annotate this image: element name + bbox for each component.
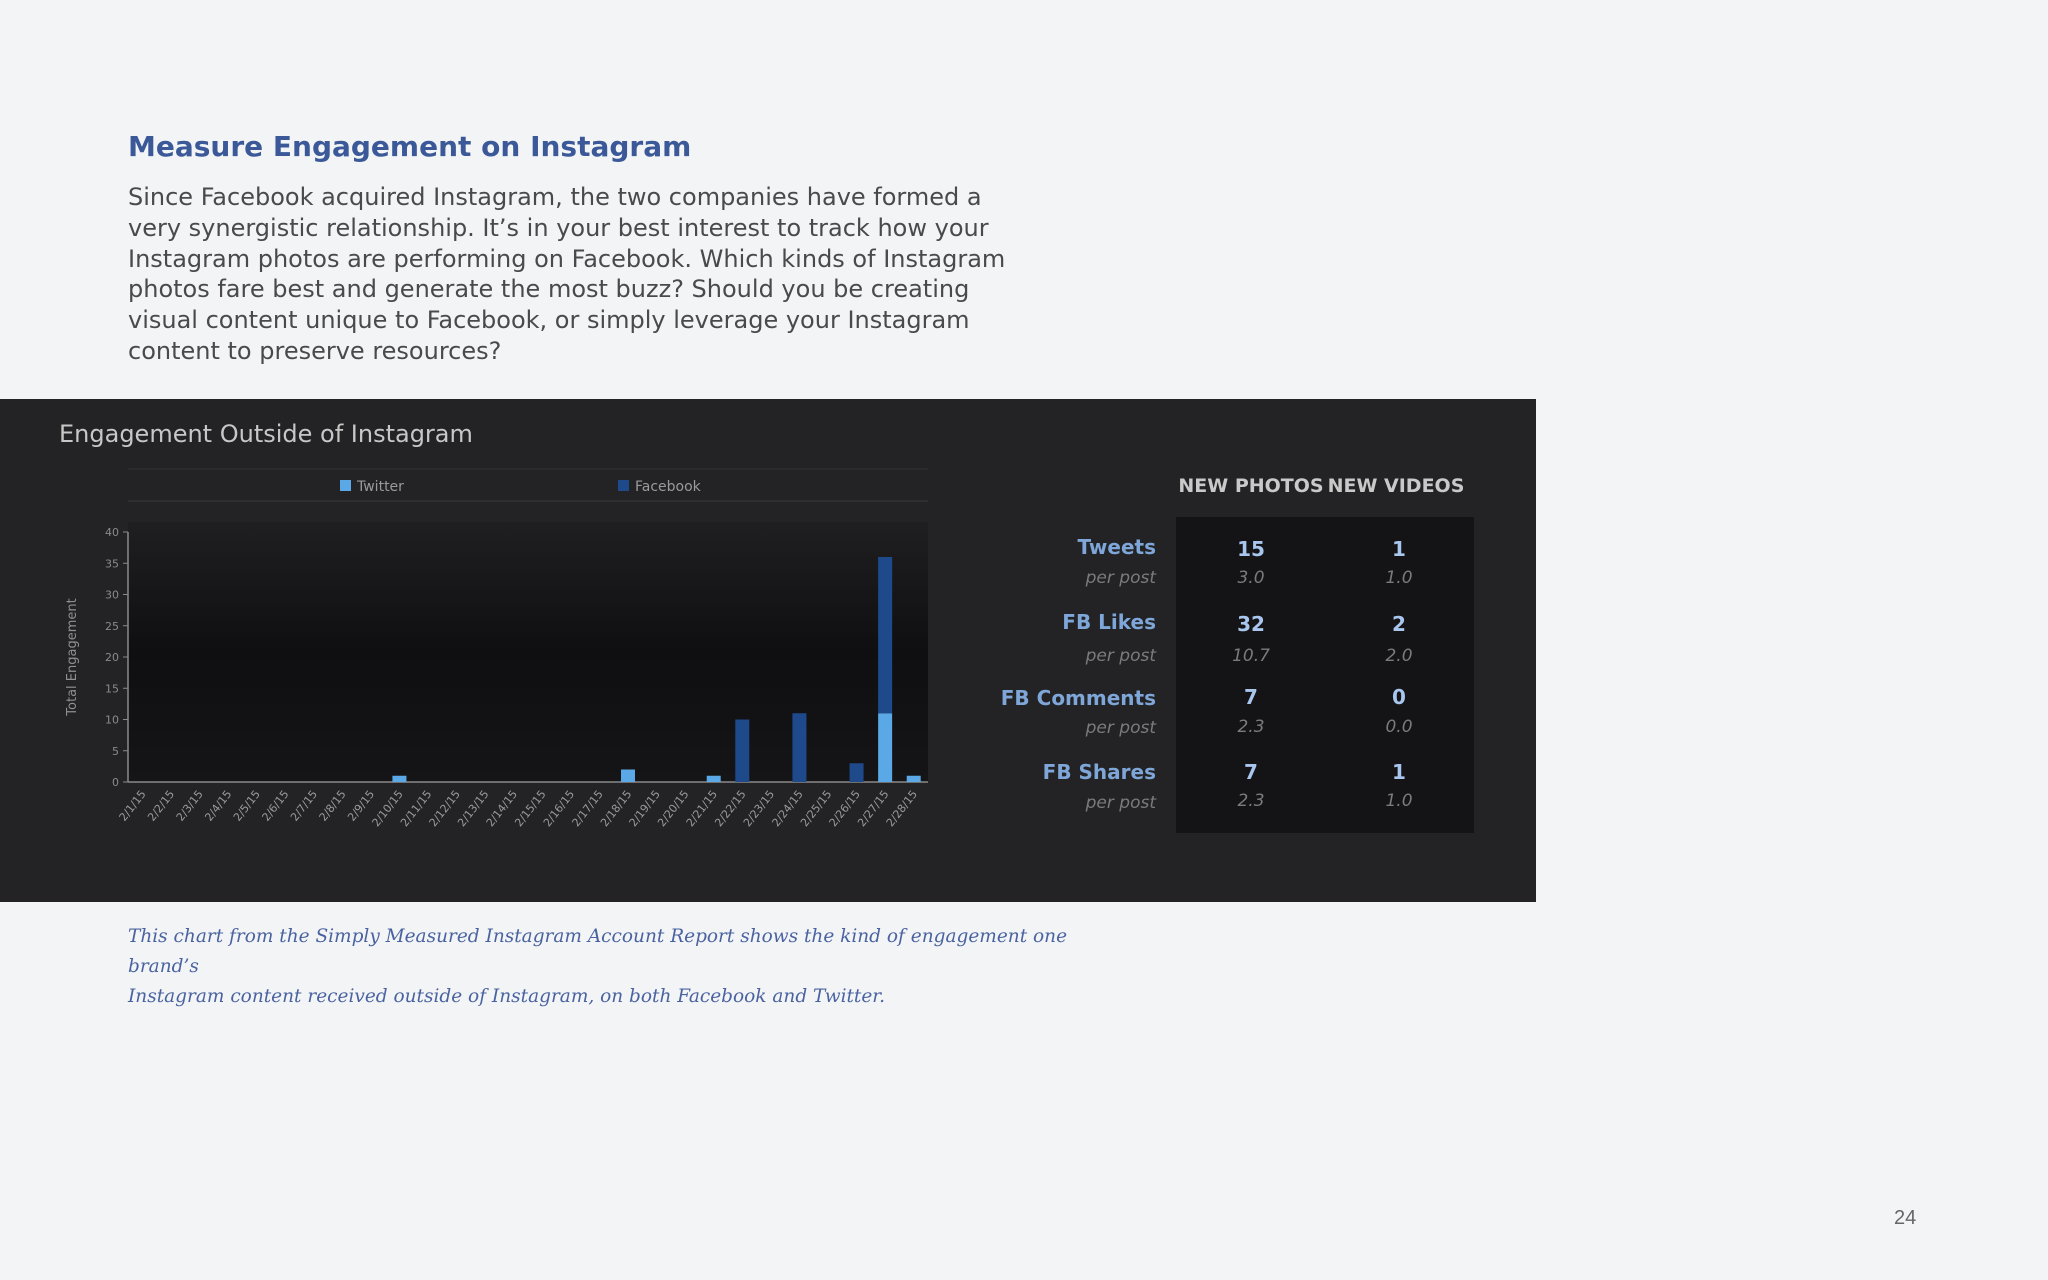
shares-videos-per: 1.0 <box>1385 791 1413 811</box>
row-label-fb-comments: FB Comments <box>1000 686 1156 710</box>
tweets-videos-per: 1.0 <box>1385 568 1413 588</box>
x-tick-label: 2/2/15 <box>145 788 177 824</box>
comments-photos: 7 <box>1244 685 1258 709</box>
x-tick-label: 2/6/15 <box>259 788 291 824</box>
row-sub-fb-comments: per post <box>1085 718 1156 738</box>
comments-videos: 0 <box>1392 685 1406 709</box>
bar-facebook-27 <box>878 557 893 714</box>
bar-facebook-26 <box>849 763 864 782</box>
bar-twitter-27 <box>878 713 893 782</box>
bar-twitter-18 <box>621 769 635 782</box>
y-tick-label: 30 <box>105 589 119 602</box>
likes-photos: 32 <box>1237 612 1265 636</box>
caption-line-1: This chart from the Simply Measured Inst… <box>128 926 1068 977</box>
bar-facebook-24 <box>792 713 807 782</box>
tweets-photos: 15 <box>1237 537 1265 561</box>
tweets-videos: 1 <box>1392 537 1406 561</box>
stats-box <box>1176 517 1474 833</box>
shares-photos: 7 <box>1244 760 1258 784</box>
intro-paragraph: Since Facebook acquired Instagram, the t… <box>128 183 1006 365</box>
y-tick-label: 15 <box>105 682 119 695</box>
legend-label-facebook: Facebook <box>635 479 702 495</box>
bar-facebook-22 <box>735 719 750 782</box>
chart-caption: This chart from the Simply Measured Inst… <box>128 922 1128 1012</box>
plot-area <box>128 522 928 782</box>
tweets-photos-per: 3.0 <box>1237 568 1265 588</box>
col-head-new-videos: NEW VIDEOS <box>1327 475 1465 497</box>
col-head-new-photos: NEW PHOTOS <box>1178 475 1324 497</box>
likes-photos-per: 10.7 <box>1232 646 1270 666</box>
page-heading: Measure Engagement on Instagram <box>128 130 692 163</box>
y-tick-label: 0 <box>112 776 119 789</box>
legend-swatch-twitter <box>340 480 351 491</box>
y-tick-label: 20 <box>105 651 119 664</box>
x-tick-label: 2/1/15 <box>117 788 149 824</box>
comments-videos-per: 0.0 <box>1385 717 1413 737</box>
comments-photos-per: 2.3 <box>1237 717 1265 737</box>
row-sub-fb-likes: per post <box>1085 646 1156 666</box>
bar-twitter-28 <box>906 775 921 782</box>
legend-label-twitter: Twitter <box>356 479 404 495</box>
y-axis-label: Total Engagement <box>65 598 80 716</box>
row-label-tweets: Tweets <box>1077 535 1156 559</box>
x-tick-label: 2/7/15 <box>288 788 320 824</box>
bar-twitter-10 <box>392 775 407 782</box>
row-sub-tweets: per post <box>1085 568 1156 588</box>
y-tick-label: 35 <box>105 557 119 570</box>
page-number: 24 <box>1894 1207 1917 1229</box>
y-tick-label: 10 <box>105 714 119 727</box>
likes-videos: 2 <box>1392 612 1406 636</box>
x-tick-label: 2/5/15 <box>231 788 263 824</box>
row-sub-fb-shares: per post <box>1085 793 1156 813</box>
likes-videos-per: 2.0 <box>1385 646 1413 666</box>
row-label-fb-likes: FB Likes <box>1062 610 1156 634</box>
y-tick-label: 5 <box>112 745 119 758</box>
x-tick-label: 2/3/15 <box>174 788 206 824</box>
x-tick-label: 2/4/15 <box>202 788 234 824</box>
y-tick-label: 40 <box>105 526 119 539</box>
legend-swatch-facebook <box>618 480 629 491</box>
bar-twitter-21 <box>706 775 721 782</box>
y-tick-label: 25 <box>105 620 119 633</box>
x-tick-label: 2/8/15 <box>317 788 349 824</box>
row-label-fb-shares: FB Shares <box>1042 760 1156 784</box>
shares-videos: 1 <box>1392 760 1406 784</box>
shares-photos-per: 2.3 <box>1237 791 1265 811</box>
caption-line-2: Instagram content received outside of In… <box>128 986 886 1007</box>
